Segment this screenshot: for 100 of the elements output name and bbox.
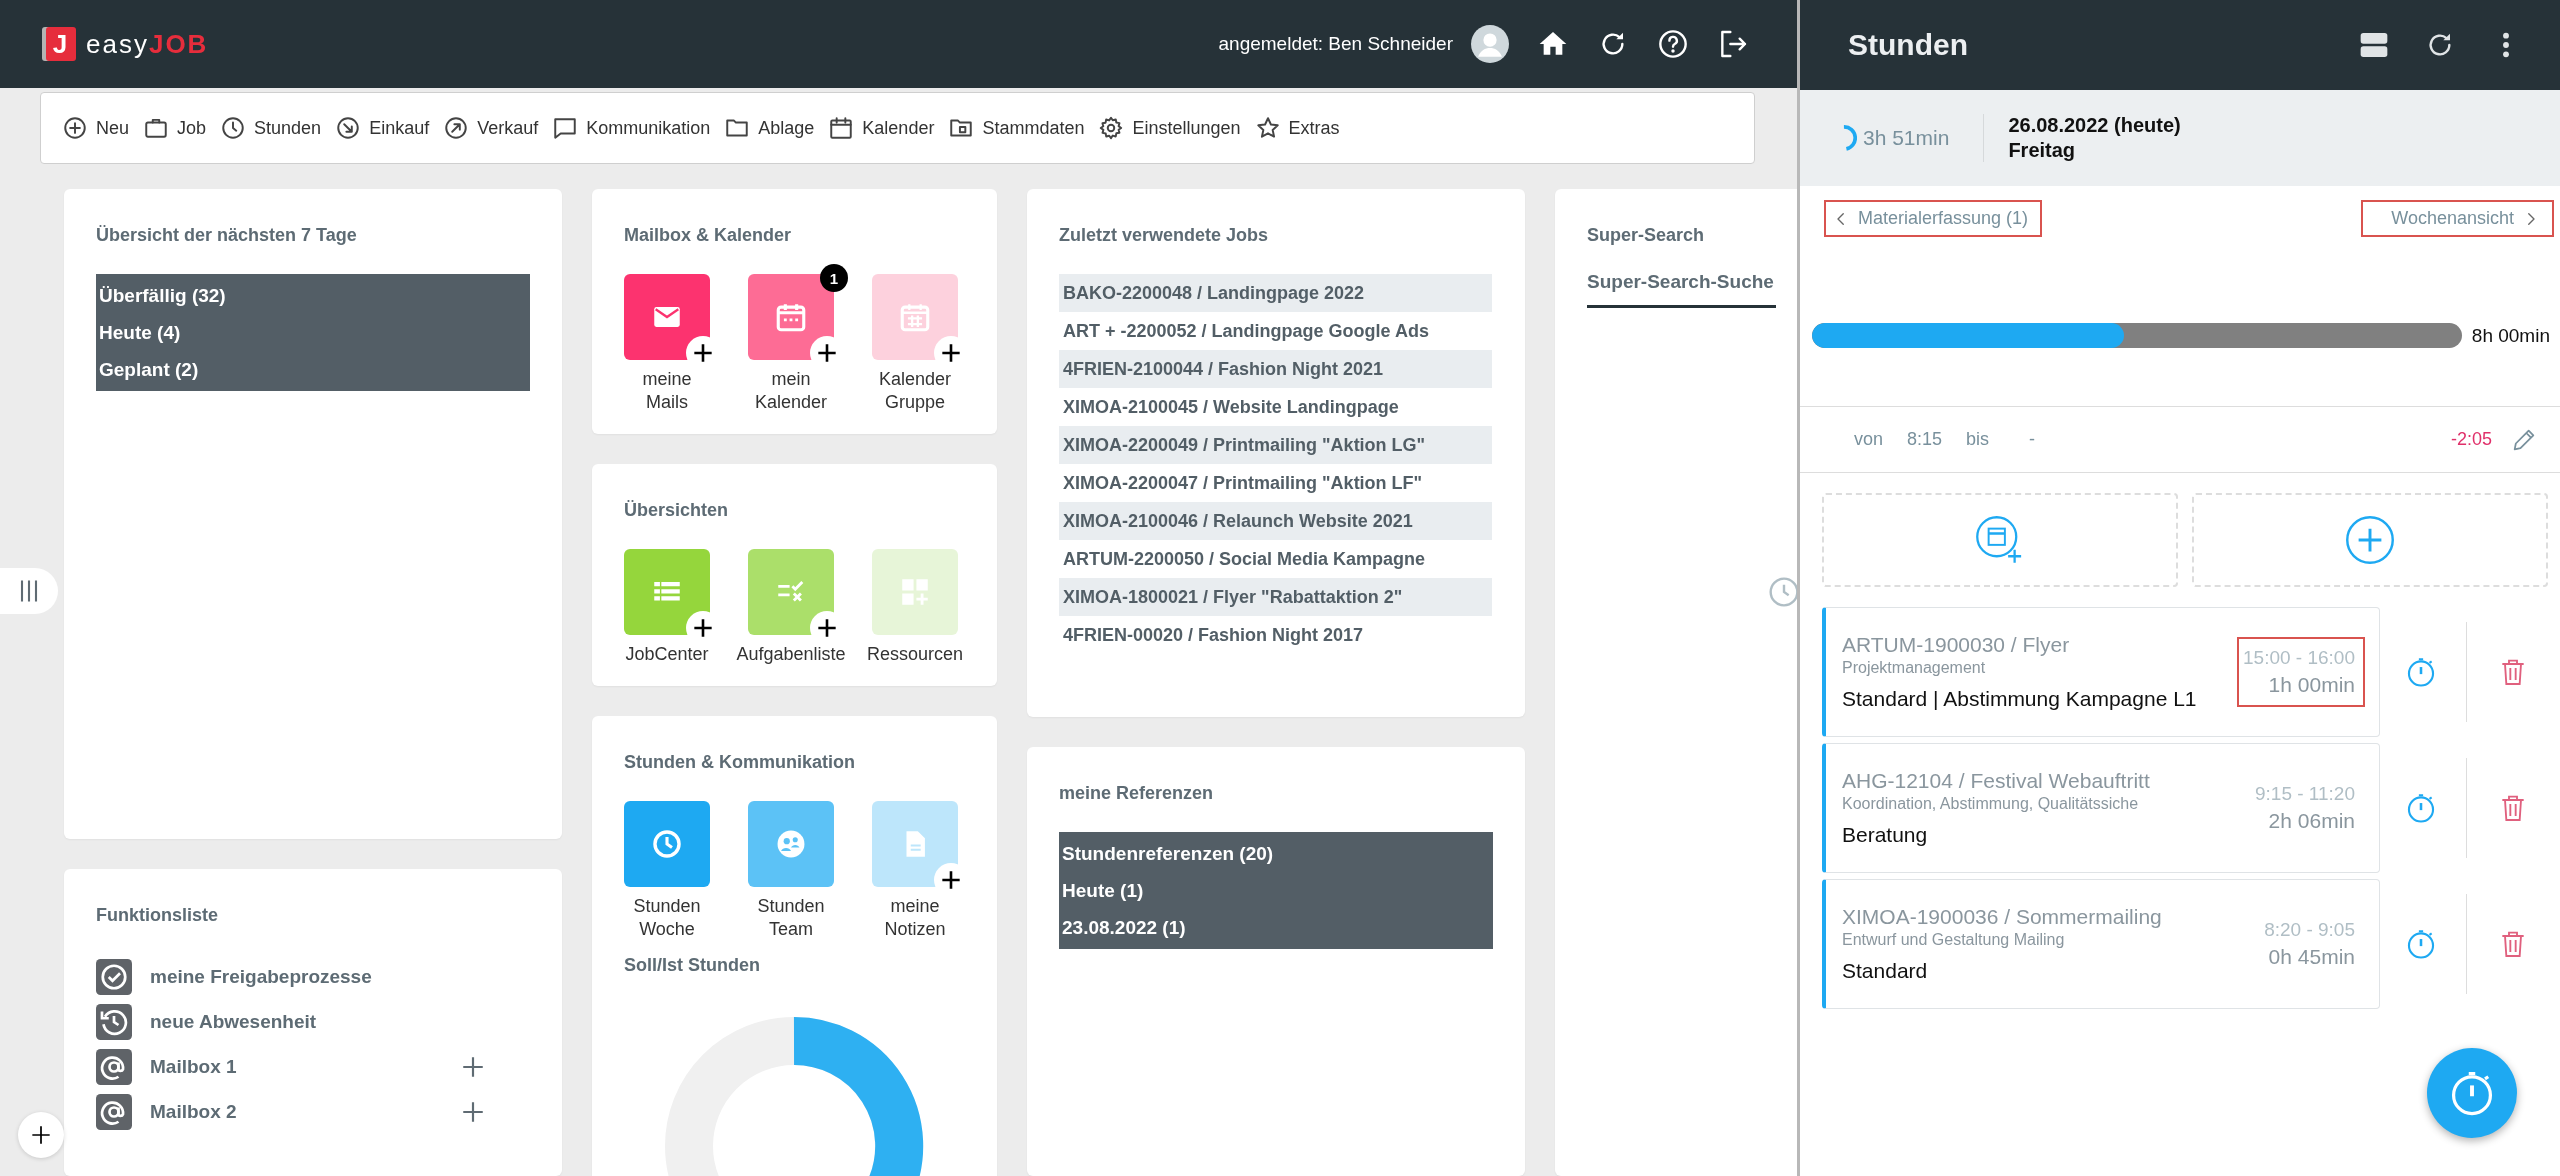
star-icon (1254, 115, 1281, 141)
card-title: meine Referenzen (1059, 783, 1215, 804)
time-entry-card[interactable]: XIMOA-1900036 / Sommermailing Entwurf und Gestaltung Mailing Standard 8:20 - 9:05 0h 45min (1822, 879, 2380, 1009)
list-item[interactable]: Stundenreferenzen (20) (1059, 835, 1493, 872)
job-link[interactable]: XIMOA-2100045 / Website Landingpage (1059, 388, 1492, 426)
tile-button[interactable] (872, 801, 958, 887)
toolbar-button[interactable]: Stunden (213, 115, 329, 141)
arrow-down-right-icon (335, 115, 362, 141)
entry-description: Standard (1842, 959, 1929, 983)
tile-button[interactable] (748, 801, 834, 887)
activity-label: Projektmanagement (1842, 659, 1987, 677)
function-link[interactable]: Mailbox 1 (150, 1055, 460, 1078)
from-time: 8:15 (1907, 429, 1943, 450)
job-link[interactable]: 4FRIEN-2100044 / Fashion Night 2021 (1059, 350, 1492, 388)
time-entry-card[interactable]: AHG-12104 / Festival Webauftritt Koordination, Abstimmung, Qualitätssiche Beratung 9:15 - 11:20 2h 06min (1822, 743, 2380, 873)
time-range: 9:15 - 11:20 (2255, 783, 2355, 805)
job-link[interactable]: XIMOA-2100046 / Relaunch Website 2021 (1059, 502, 1492, 540)
from-label: von (1854, 429, 1884, 450)
job-title: ARTUM-1900030 / Flyer (1842, 633, 2071, 657)
gear-icon (1098, 115, 1125, 141)
toolbar-button[interactable]: Stammdaten (941, 115, 1092, 141)
function-link[interactable]: meine Freigabeprozesse (150, 965, 460, 988)
function-link[interactable]: Mailbox 2 (150, 1100, 460, 1123)
duration: 2h 06min (2267, 809, 2355, 833)
list-item[interactable]: Überfällig (32) (96, 277, 530, 314)
activity-label: Koordination, Abstimmung, Qualitätssiche (1842, 795, 2140, 813)
search-tab[interactable]: Super-Search-Suche (1587, 271, 1776, 308)
panel-title: Stunden (1848, 28, 1968, 62)
job-link[interactable]: BAKO-2200048 / Landingpage 2022 (1059, 274, 1492, 312)
nav-link[interactable]: Wochenansicht (2363, 202, 2552, 235)
logo[interactable]: J easyJOB (46, 27, 209, 61)
toolbar-button[interactable]: Kommunikation (545, 115, 718, 141)
sidebar-handle[interactable] (0, 568, 58, 614)
avatar-icon (1471, 25, 1509, 63)
help-icon[interactable] (1657, 28, 1689, 60)
toolbar-button[interactable]: Kalender (821, 115, 942, 141)
entry-description: Beratung (1842, 823, 1929, 847)
card-title: Mailbox & Kalender (624, 225, 793, 246)
at-sign-icon (96, 1093, 132, 1130)
history-icon (96, 1003, 132, 1040)
arrow-up-right-icon (443, 115, 470, 141)
card-title: Übersichten (624, 500, 730, 521)
job-link[interactable]: ART + -2200052 / Landingpage Google Ads (1059, 312, 1492, 350)
job-link[interactable]: XIMOA-1800021 / Flyer "Rabattaktion 2" (1059, 578, 1492, 616)
card-title: Übersicht der nächsten 7 Tage (96, 225, 358, 246)
tile-label: JobCenter (625, 643, 709, 666)
nav-link[interactable]: Materialerfassung (1) (1826, 202, 2041, 235)
job-link[interactable]: XIMOA-2200049 / Printmailing "Aktion LG" (1059, 426, 1492, 464)
calendar-icon (828, 115, 855, 141)
card-title: Zuletzt verwendete Jobs (1059, 225, 1270, 246)
toolbar-button[interactable]: Job (136, 115, 214, 141)
target-hours: 8h 00min (2471, 324, 2550, 347)
to-label: bis (1966, 429, 1990, 450)
at-sign-icon (96, 1048, 132, 1085)
activity-label: Entwurf und Gestaltung Mailing (1842, 931, 2066, 949)
tile-button[interactable] (624, 801, 710, 887)
tile-label: Aufgabenliste (736, 643, 846, 666)
add-button[interactable] (18, 1112, 64, 1158)
clock-icon (650, 827, 684, 861)
tile-button[interactable] (748, 549, 834, 635)
progress-ring-icon (1842, 125, 1857, 151)
toolbar-button[interactable]: Neu (55, 115, 137, 141)
time-entry-card[interactable]: ARTUM-1900030 / Flyer Projektmanagement Standard | Abstimmung Kampagne L1 15:00 - 16:00 1h 00min (1822, 607, 2380, 737)
notification-badge: 1 (820, 264, 848, 292)
list-item[interactable]: Heute (1) (1059, 872, 1493, 909)
job-title: XIMOA-1900036 / Sommermailing (1842, 905, 2162, 929)
tile-button[interactable] (872, 274, 958, 360)
list-item[interactable]: 23.08.2022 (1) (1059, 909, 1493, 946)
job-link[interactable]: XIMOA-2200047 / Printmailing "Aktion LF" (1059, 464, 1492, 502)
tile-button[interactable] (624, 549, 710, 635)
list-item[interactable]: Heute (4) (96, 314, 530, 351)
tile-label: meine Notizen (884, 895, 946, 941)
tile-button[interactable] (624, 274, 710, 360)
total-hours: 3h 51min (1863, 126, 1950, 150)
stopwatch-button[interactable] (2427, 1048, 2517, 1138)
job-link[interactable]: 4FRIEN-00020 / Fashion Night 2017 (1059, 616, 1492, 654)
job-title: AHG-12104 / Festival Webauftritt (1842, 769, 2150, 793)
list-item[interactable]: Geplant (2) (96, 351, 530, 388)
plus-circle-icon (62, 115, 88, 141)
time-range: 8:20 - 9:05 (2264, 919, 2355, 941)
card-title: Super-Search (1587, 225, 1706, 246)
tile-label: Kalender Gruppe (878, 368, 952, 414)
toolbar-button[interactable]: Einkauf (328, 115, 437, 141)
chat-bubble-icon (552, 115, 579, 141)
duration: 0h 45min (2267, 945, 2355, 969)
tile-label: Stunden Team (757, 895, 825, 941)
toolbar-button[interactable]: Extras (1247, 115, 1347, 141)
tile-label: meine Mails (642, 368, 692, 414)
toolbar-button[interactable]: Ablage (717, 115, 822, 141)
clock-icon[interactable] (1768, 576, 1797, 608)
tile-button[interactable] (872, 549, 958, 635)
entry-description: Standard | Abstimmung Kampagne L1 (1842, 687, 2197, 711)
clock-icon (220, 115, 247, 141)
toolbar-button[interactable]: Verkauf (436, 115, 546, 141)
weekday-label: Freitag (2008, 138, 2077, 163)
function-link[interactable]: neue Abwesenheit (150, 1010, 460, 1033)
job-link[interactable]: ARTUM-2200050 / Social Media Kampagne (1059, 540, 1492, 578)
chart-title: Soll/Ist Stunden (624, 955, 761, 976)
toolbar-button[interactable]: Einstellungen (1091, 115, 1248, 141)
tile-label: mein Kalender (754, 368, 828, 414)
